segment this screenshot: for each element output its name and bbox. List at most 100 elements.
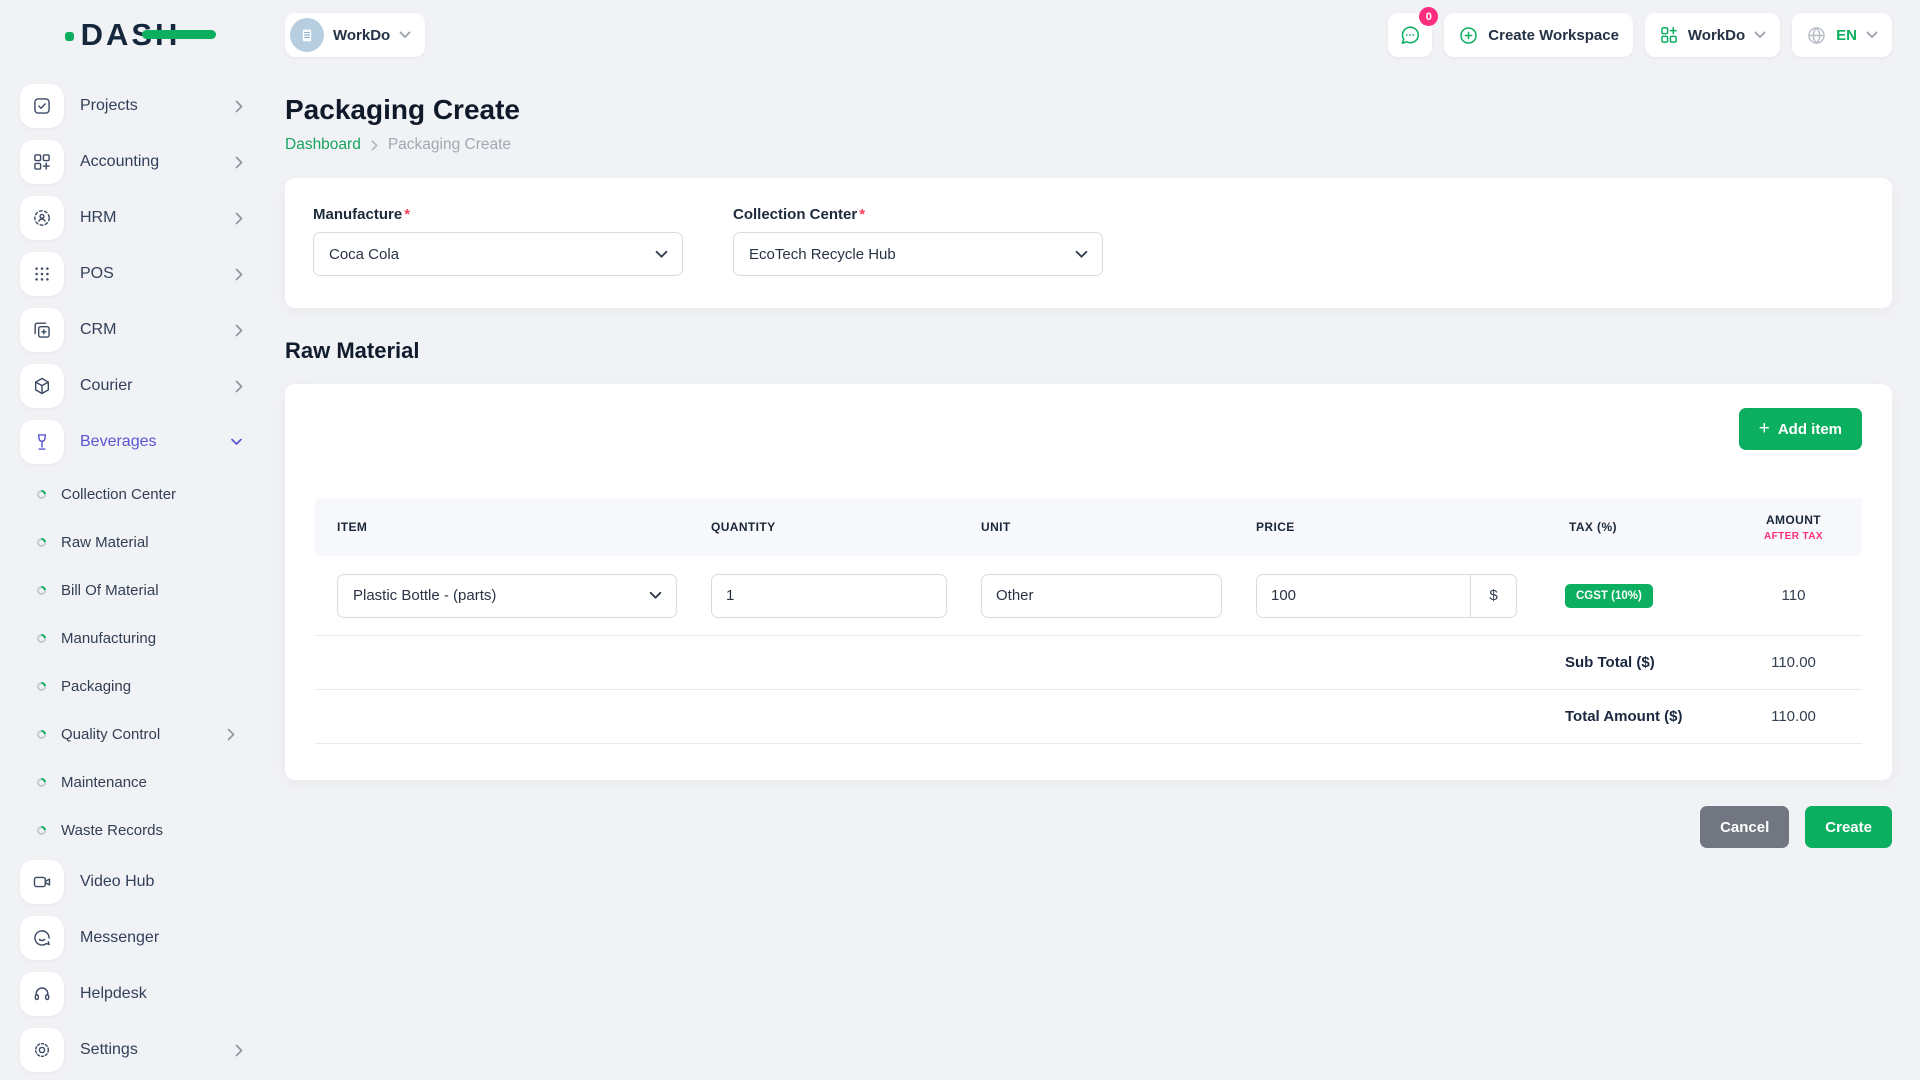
messages-count-badge: 0: [1419, 7, 1438, 26]
messages-button[interactable]: 0: [1388, 13, 1432, 57]
logo-dot-icon: [65, 32, 74, 41]
breadcrumb: Dashboard Packaging Create: [285, 136, 1892, 154]
apps-menu-label: WorkDo: [1688, 27, 1745, 44]
checkbox-icon: [32, 96, 52, 116]
packaging-form-card: Manufacture* Coca Cola Collection Center…: [285, 178, 1892, 308]
sidebar-item-settings[interactable]: Settings: [20, 1022, 243, 1078]
col-header-quantity: QUANTITY: [695, 520, 965, 534]
bullet-icon: [35, 776, 48, 789]
topbar: DASH WorkDo 0: [0, 0, 1920, 70]
chat-bubble-icon: [32, 928, 52, 948]
sidebar-item-accounting[interactable]: Accounting: [20, 134, 243, 190]
col-header-after-tax: AFTER TAX: [1725, 531, 1862, 542]
total-amount-label: Total Amount ($): [1535, 708, 1725, 725]
required-asterisk: *: [859, 206, 865, 223]
amount-after-tax-value: 110: [1725, 587, 1862, 604]
sidebar-item-courier[interactable]: Courier: [20, 358, 243, 414]
collection-center-label: Collection Center*: [733, 206, 1103, 223]
required-asterisk: *: [404, 206, 410, 223]
chevron-down-icon: [399, 31, 411, 39]
create-workspace-button[interactable]: Create Workspace: [1444, 13, 1633, 57]
sidebar-item-video-hub[interactable]: Video Hub: [20, 854, 243, 910]
bullet-icon: [35, 680, 48, 693]
bullet-icon: [35, 488, 48, 501]
language-selector[interactable]: EN: [1792, 13, 1892, 57]
bullet-icon: [35, 632, 48, 645]
sidebar-item-messenger[interactable]: Messenger: [20, 910, 243, 966]
package-icon: [32, 376, 52, 396]
create-button[interactable]: Create: [1805, 806, 1892, 848]
chevron-down-icon: [1075, 250, 1088, 259]
chevron-right-icon: [235, 212, 243, 225]
chevron-right-icon: [227, 728, 235, 741]
chevron-right-icon: [371, 140, 378, 151]
dots-grid-icon: [32, 264, 52, 284]
col-header-price: PRICE: [1240, 520, 1535, 534]
chevron-right-icon: [235, 100, 243, 113]
plus-circle-icon: [1458, 25, 1479, 46]
sidebar-subitem-waste-records[interactable]: Waste Records: [20, 806, 243, 854]
chevron-right-icon: [235, 380, 243, 393]
wine-glass-icon: [32, 432, 52, 452]
bullet-icon: [35, 584, 48, 597]
workspace-label: WorkDo: [333, 27, 390, 44]
grid-plus-icon: [32, 152, 52, 172]
grid-plus-icon: [1659, 25, 1679, 45]
bullet-icon: [35, 536, 48, 549]
globe-icon: [1806, 25, 1827, 46]
breadcrumb-current: Packaging Create: [388, 136, 511, 154]
sidebar-subitem-quality-control[interactable]: Quality Control: [20, 710, 243, 758]
currency-addon: $: [1470, 575, 1516, 617]
sidebar-subitem-bill-of-material[interactable]: Bill Of Material: [20, 566, 243, 614]
page-title: Packaging Create: [285, 94, 1892, 126]
sidebar-item-projects[interactable]: Projects: [20, 78, 243, 134]
table-header-row: ITEM QUANTITY UNIT PRICE TAX (%) AMOUNT …: [315, 498, 1862, 556]
sidebar: Projects Accounting HRM POS CRM Courier …: [0, 70, 255, 1080]
col-header-unit: UNIT: [965, 520, 1240, 534]
language-label: EN: [1836, 27, 1857, 44]
col-header-item: ITEM: [315, 520, 695, 534]
collection-center-select[interactable]: EcoTech Recycle Hub: [733, 232, 1103, 276]
col-header-tax: TAX (%): [1535, 520, 1725, 534]
bullet-icon: [35, 728, 48, 741]
sidebar-subitem-maintenance[interactable]: Maintenance: [20, 758, 243, 806]
sidebar-subitem-raw-material[interactable]: Raw Material: [20, 518, 243, 566]
tax-badge: CGST (10%): [1565, 584, 1653, 608]
chevron-down-icon: [1866, 31, 1878, 39]
total-amount-row: Total Amount ($) 110.00: [315, 690, 1862, 744]
workspace-avatar: [290, 18, 324, 52]
quantity-input[interactable]: [711, 574, 947, 618]
sidebar-item-hrm[interactable]: HRM: [20, 190, 243, 246]
manufacture-label: Manufacture*: [313, 206, 683, 223]
apps-menu-button[interactable]: WorkDo: [1645, 13, 1780, 57]
headset-icon: [32, 984, 52, 1004]
manufacture-select[interactable]: Coca Cola: [313, 232, 683, 276]
copy-plus-icon: [32, 320, 52, 340]
cancel-button[interactable]: Cancel: [1700, 806, 1789, 848]
building-icon: [297, 25, 317, 45]
chevron-right-icon: [235, 1044, 243, 1057]
sidebar-subitem-collection-center[interactable]: Collection Center: [20, 470, 243, 518]
chevron-down-icon: [649, 591, 662, 600]
dash-logo[interactable]: DASH: [75, 17, 181, 53]
subtotal-label: Sub Total ($): [1535, 654, 1725, 671]
add-item-button[interactable]: + Add item: [1739, 408, 1862, 450]
person-dashed-circle-icon: [32, 208, 52, 228]
price-input[interactable]: [1257, 575, 1470, 617]
sidebar-item-crm[interactable]: CRM: [20, 302, 243, 358]
raw-material-card: + Add item ITEM QUANTITY UNIT PRICE TAX …: [285, 384, 1892, 780]
unit-input[interactable]: [981, 574, 1222, 618]
subtotal-row: Sub Total ($) 110.00: [315, 636, 1862, 690]
sidebar-item-beverages[interactable]: Beverages: [20, 414, 243, 470]
sidebar-subitem-packaging[interactable]: Packaging: [20, 662, 243, 710]
sidebar-item-pos[interactable]: POS: [20, 246, 243, 302]
breadcrumb-dashboard-link[interactable]: Dashboard: [285, 136, 361, 154]
chevron-right-icon: [235, 268, 243, 281]
col-header-amount: AMOUNT AFTER TAX: [1725, 513, 1862, 542]
item-select[interactable]: Plastic Bottle - (parts): [337, 574, 677, 618]
sidebar-subitem-manufacturing[interactable]: Manufacturing: [20, 614, 243, 662]
raw-material-heading: Raw Material: [285, 338, 1892, 364]
create-workspace-label: Create Workspace: [1488, 27, 1619, 44]
sidebar-item-helpdesk[interactable]: Helpdesk: [20, 966, 243, 1022]
workspace-selector[interactable]: WorkDo: [285, 13, 425, 57]
